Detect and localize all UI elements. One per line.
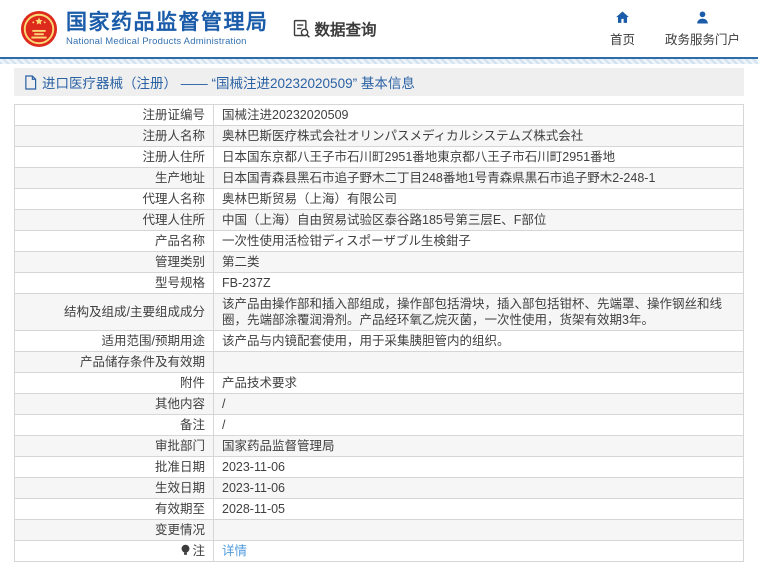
field-value: 一次性使用活检钳ディスポーザブル生検鉗子	[214, 231, 744, 252]
table-row: 审批部门 国家药品监督管理局	[15, 436, 744, 457]
breadcrumb: 进口医疗器械（注册） —— “国械注进20232020509” 基本信息	[14, 68, 744, 96]
field-value: 日本国东京都八王子市石川町2951番地東京都八王子市石川町2951番地	[214, 147, 744, 168]
table-row: 代理人住所 中国（上海）自由贸易试验区泰谷路185号第三层E、F部位	[15, 210, 744, 231]
table-row-note: 注 详情	[15, 541, 744, 562]
field-label: 适用范围/预期用途	[15, 331, 214, 352]
field-value: 详情	[214, 541, 744, 562]
field-label: 其他内容	[15, 394, 214, 415]
field-value: 2023-11-06	[214, 457, 744, 478]
table-row: 注册人住所 日本国东京都八王子市石川町2951番地東京都八王子市石川町2951番…	[15, 147, 744, 168]
field-label: 备注	[15, 415, 214, 436]
field-value: 奥林巴斯医疗株式会社オリンパスメディカルシステムズ株式会社	[214, 126, 744, 147]
header: 国家药品监督管理局 National Medical Products Admi…	[0, 0, 758, 57]
table-row: 管理类别 第二类	[15, 252, 744, 273]
table-row: 有效期至 2028-11-05	[15, 499, 744, 520]
field-value: 2028-11-05	[214, 499, 744, 520]
field-value: 该产品由操作部和插入部组成，操作部包括滑块，插入部包括钳杯、先端罩、操作钢丝和线…	[214, 294, 744, 331]
field-value: 国家药品监督管理局	[214, 436, 744, 457]
page-title: 进口医疗器械（注册） —— “国械注进20232020509” 基本信息	[42, 72, 415, 92]
main-content: 进口医疗器械（注册） —— “国械注进20232020509” 基本信息 注册证…	[14, 68, 744, 562]
field-label: 产品名称	[15, 231, 214, 252]
field-label: 注	[15, 541, 214, 562]
table-row: 生效日期 2023-11-06	[15, 478, 744, 499]
field-label: 生效日期	[15, 478, 214, 499]
field-label: 结构及组成/主要组成成分	[15, 294, 214, 331]
field-label: 管理类别	[15, 252, 214, 273]
org-title: 国家药品监督管理局	[66, 11, 269, 35]
details-link[interactable]: 详情	[222, 544, 247, 558]
field-label: 型号规格	[15, 273, 214, 294]
table-row: 代理人名称 奥林巴斯贸易（上海）有限公司	[15, 189, 744, 210]
field-value: 产品技术要求	[214, 373, 744, 394]
table-row: 注册证编号 国械注进20232020509	[15, 105, 744, 126]
home-icon	[614, 9, 631, 26]
field-value: 该产品与内镜配套使用，用于采集胰胆管内的组织。	[214, 331, 744, 352]
header-nav: 首页 政务服务门户	[610, 9, 740, 48]
registration-info-table: 注册证编号 国械注进20232020509 注册人名称 奥林巴斯医疗株式会社オリ…	[14, 104, 744, 562]
data-query-label: 数据查询	[315, 18, 377, 40]
field-label: 注册证编号	[15, 105, 214, 126]
table-row: 结构及组成/主要组成成分 该产品由操作部和插入部组成，操作部包括滑块，插入部包括…	[15, 294, 744, 331]
header-hatch-band	[0, 59, 758, 64]
field-label: 代理人住所	[15, 210, 214, 231]
field-label: 产品储存条件及有效期	[15, 352, 214, 373]
field-value: 国械注进20232020509	[214, 105, 744, 126]
field-label: 代理人名称	[15, 189, 214, 210]
table-row: 注册人名称 奥林巴斯医疗株式会社オリンパスメディカルシステムズ株式会社	[15, 126, 744, 147]
field-label: 生产地址	[15, 168, 214, 189]
field-value: /	[214, 415, 744, 436]
field-value: 日本国青森县黑石市追子野木二丁目248番地1号青森県黒石市追子野木2-248-1	[214, 168, 744, 189]
note-label: 注	[192, 544, 205, 558]
field-value: /	[214, 394, 744, 415]
field-label: 审批部门	[15, 436, 214, 457]
table-row: 生产地址 日本国青森县黑石市追子野木二丁目248番地1号青森県黒石市追子野木2-…	[15, 168, 744, 189]
person-icon	[694, 9, 711, 26]
field-value: FB-237Z	[214, 273, 744, 294]
field-label: 注册人名称	[15, 126, 214, 147]
field-value: 奥林巴斯贸易（上海）有限公司	[214, 189, 744, 210]
table-row: 其他内容 /	[15, 394, 744, 415]
table-row: 产品名称 一次性使用活检钳ディスポーザブル生検鉗子	[15, 231, 744, 252]
field-label: 批准日期	[15, 457, 214, 478]
nav-gov-portal[interactable]: 政务服务门户	[665, 9, 740, 48]
field-value	[214, 352, 744, 373]
field-value: 2023-11-06	[214, 478, 744, 499]
table-row: 备注 /	[15, 415, 744, 436]
nav-home-label: 首页	[610, 29, 635, 48]
table-row: 适用范围/预期用途 该产品与内镜配套使用，用于采集胰胆管内的组织。	[15, 331, 744, 352]
table-row: 产品储存条件及有效期	[15, 352, 744, 373]
document-icon	[24, 75, 37, 90]
national-emblem-icon	[20, 10, 58, 48]
field-label: 附件	[15, 373, 214, 394]
field-label: 变更情况	[15, 520, 214, 541]
field-value: 第二类	[214, 252, 744, 273]
table-row: 变更情况	[15, 520, 744, 541]
field-value: 中国（上海）自由贸易试验区泰谷路185号第三层E、F部位	[214, 210, 744, 231]
table-row: 批准日期 2023-11-06	[15, 457, 744, 478]
org-subtitle: National Medical Products Administration	[66, 36, 269, 47]
org-title-block: 国家药品监督管理局 National Medical Products Admi…	[66, 11, 269, 47]
table-row: 附件 产品技术要求	[15, 373, 744, 394]
field-label: 有效期至	[15, 499, 214, 520]
field-value	[214, 520, 744, 541]
table-row: 型号规格 FB-237Z	[15, 273, 744, 294]
data-query-nav[interactable]: 数据查询	[291, 18, 377, 40]
note-icon	[181, 544, 190, 556]
document-search-icon	[291, 18, 312, 39]
nav-portal-label: 政务服务门户	[665, 29, 740, 48]
field-label: 注册人住所	[15, 147, 214, 168]
nav-home[interactable]: 首页	[610, 9, 635, 48]
